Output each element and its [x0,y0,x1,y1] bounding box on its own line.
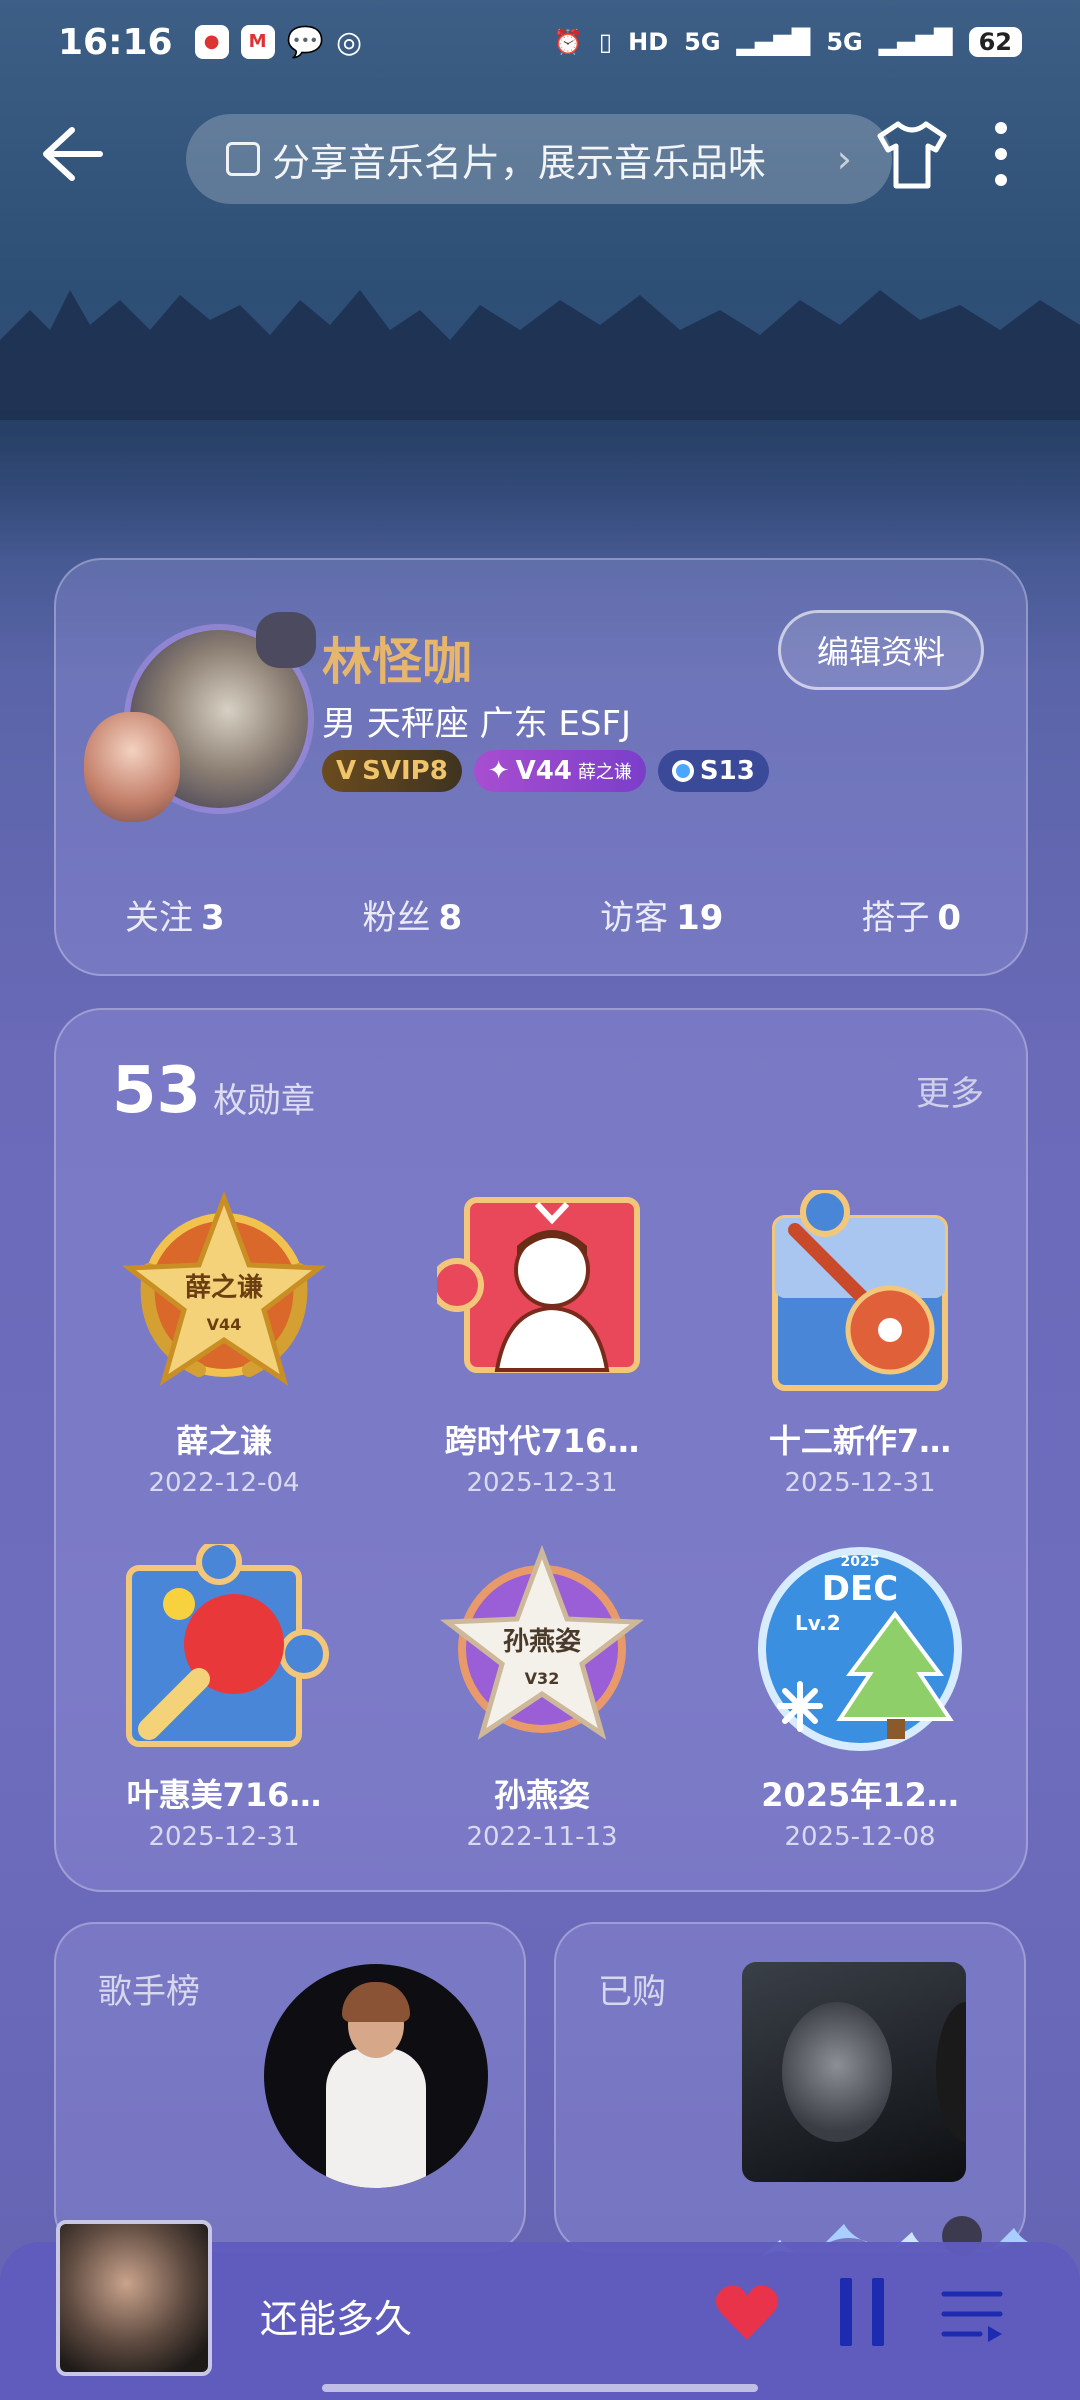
stat-partners[interactable]: 搭子 0 [861,890,961,939]
stat-visitors[interactable]: 访客 19 [600,890,723,939]
share-text: 分享音乐名片，展示音乐品味 [272,140,767,185]
season-circle-icon [671,760,694,782]
medal-date: 2022-12-04 [148,1468,300,1498]
medal-title: 薛之谦 [175,1422,272,1460]
medal-title: 十二新作7… [768,1422,952,1460]
top-navigation: 分享音乐名片，展示音乐品味 › [0,108,1080,204]
medal-item[interactable]: 孙燕姿 V32 孙燕姿 2022-11-13 [392,1544,692,1852]
notification-icons: ● M 💬 ◎ [194,24,363,60]
heart-icon[interactable] [712,2278,782,2348]
status-time: 16:16 [58,21,173,63]
medal-date: 2025-12-31 [466,1468,618,1498]
svg-text:V44: V44 [207,1315,242,1334]
medal-count: 53 枚勋章 [112,1054,316,1128]
tshirt-theme-icon[interactable] [872,114,952,194]
stat-followers[interactable]: 粉丝 8 [363,890,463,939]
vibrate-icon: ▯ [598,28,613,56]
profile-card: 林怪咖 男 天秤座 广东 ESFJ V SVIP8 ✦ V44 薛之谦 S13 … [54,558,1028,976]
mall-notification-icon: M [240,24,275,59]
mini-player[interactable]: 还能多久 [0,2220,1080,2400]
medal-item[interactable]: 叶惠美716… 2025-12-31 [74,1539,374,1852]
app-notification-icon: ● [194,24,229,59]
profile-stats: 关注 3 粉丝 8 访客 19 搭子 0 [56,890,1030,939]
status-indicators: ⏰ ▯ HD 5G ▂▄▆█ 5G ▂▄▆█ 62 [553,27,1022,57]
medal-date: 2025-12-31 [784,1468,936,1498]
medal-title: 2025年12… [761,1776,959,1814]
svip-badge[interactable]: V SVIP8 [322,750,462,792]
user-name: 林怪咖 [322,633,472,691]
artist-vip-badge[interactable]: ✦ V44 薛之谦 [473,750,646,792]
gold-star-medal-icon: 薛之谦 V44 [121,1190,327,1386]
avatar-group[interactable] [84,612,322,832]
now-playing-title[interactable]: 还能多久 [260,2288,412,2343]
medal-title: 孙燕姿 [493,1776,590,1814]
avatar-pendant-character [84,712,180,822]
music-note-icon [226,142,260,176]
svip-v-icon: V [336,756,357,786]
singer-photo [264,1964,488,2188]
december-tree-medal-icon: 2025 DEC Lv.2 [758,1547,962,1751]
treeline-silhouette [0,290,1080,420]
header-background [0,0,1080,560]
silver-star-medal-icon: 孙燕姿 V32 [439,1544,645,1740]
svg-text:2025: 2025 [841,1554,880,1570]
share-music-card-button[interactable]: 分享音乐名片，展示音乐品味 › [186,114,892,204]
medal-date: 2025-12-08 [784,1822,936,1852]
svg-text:DEC: DEC [822,1569,898,1609]
avatar-owl-ornament [256,612,316,668]
puzzle-guitar-medal-icon [772,1187,948,1391]
battery-level: 62 [968,27,1022,57]
svg-text:孙燕姿: 孙燕姿 [503,1627,581,1657]
pause-icon[interactable] [840,2278,884,2348]
status-bar: 16:16 ● M 💬 ◎ ⏰ ▯ HD 5G ▂▄▆█ 5G ▂▄▆█ 62 [0,0,1080,84]
chevron-right-icon: › [836,137,852,181]
more-medals-link[interactable]: 更多 [916,1066,984,1115]
playlist-icon[interactable] [940,2284,1004,2344]
singer-rank-tile[interactable]: 歌手榜 [54,1922,526,2252]
stat-following[interactable]: 关注 3 [125,890,225,939]
user-info: 男 天秤座 广东 ESFJ [322,704,632,744]
purchased-tile[interactable]: 已购 [554,1922,1026,2252]
medal-title: 叶惠美716… [126,1776,322,1814]
svg-text:V32: V32 [525,1669,560,1688]
tile-title: 歌手榜 [98,1972,200,2012]
message-icon: 💬 [286,24,324,60]
alarm-icon: ⏰ [553,28,583,56]
signal-bars-icon-2: ▂▄▆█ [878,28,953,56]
medal-item[interactable]: 薛之谦 V44 薛之谦 2022-12-04 [74,1190,374,1498]
hd-indicator: HD [628,28,669,56]
tile-title: 已购 [598,1972,666,2012]
medal-item[interactable]: 十二新作7… 2025-12-31 [710,1187,1010,1498]
medal-item[interactable]: 跨时代716… 2025-12-31 [392,1190,692,1498]
puzzle-pingpong-medal-icon [126,1539,329,1747]
network-indicator-2: 5G [826,28,863,56]
svg-text:薛之谦: 薛之谦 [185,1272,263,1303]
medal-date: 2025-12-31 [148,1822,300,1852]
edit-profile-button[interactable]: 编辑资料 [778,610,984,690]
home-indicator[interactable] [322,2384,758,2392]
signal-bars-icon: ▂▄▆█ [736,28,811,56]
medal-date: 2022-11-13 [466,1822,618,1852]
network-indicator-1: 5G [684,28,721,56]
svg-text:Lv.2: Lv.2 [795,1611,841,1635]
badge-row: V SVIP8 ✦ V44 薛之谦 S13 [322,750,769,792]
season-badge[interactable]: S13 [657,750,769,792]
album-cover [742,1962,966,2182]
back-arrow-icon[interactable] [36,122,106,186]
wechat-icon: ◎ [335,24,363,60]
medal-title: 跨时代716… [444,1422,640,1460]
more-options-icon[interactable] [986,122,1016,186]
now-playing-cover[interactable] [56,2220,212,2376]
sparkle-icon: ✦ [487,756,510,786]
medals-card: 53 枚勋章 更多 薛之谦 V44 薛之谦 2022-12-04 跨时代716…… [54,1008,1028,1892]
puzzle-portrait-medal-icon [430,1197,640,1373]
lake-reflection [0,410,1080,560]
medal-item[interactable]: 2025 DEC Lv.2 2025年12… 2025-12-08 [710,1544,1010,1852]
